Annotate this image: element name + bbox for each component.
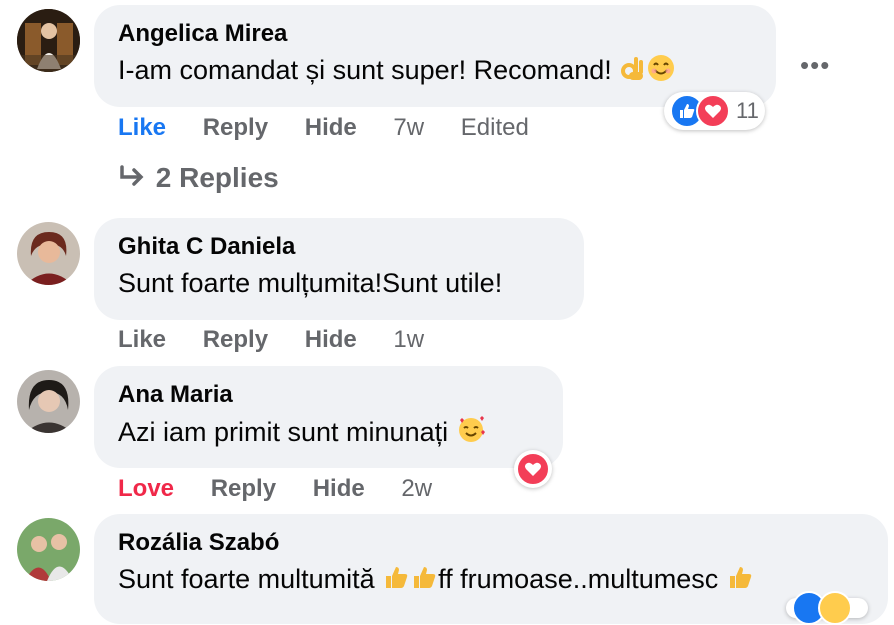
avatar[interactable]	[17, 9, 80, 72]
comment-text: Azi iam primit sunt minunați	[118, 414, 539, 452]
comment-text: Sunt foarte mulțumita!Sunt utile!	[118, 268, 503, 298]
thumbs-up-emoji-icon	[726, 563, 754, 599]
comment-author[interactable]: Ghita C Daniela	[118, 232, 560, 262]
comment-actions: Like Reply Hide 7w Edited	[118, 114, 559, 142]
comment-bubble: Rozália Szabó Sunt foarte multumită ff f…	[94, 514, 888, 624]
hide-button[interactable]: Hide	[313, 475, 365, 503]
reaction-summary[interactable]	[786, 591, 868, 625]
smiling-hearts-emoji-icon	[456, 414, 486, 452]
hide-button[interactable]: Hide	[305, 326, 357, 354]
thumbs-up-emoji-icon	[410, 563, 438, 599]
replies-count-label: 2 Replies	[155, 162, 279, 193]
view-replies-button[interactable]: 2 Replies	[118, 162, 279, 194]
ok-hand-emoji-icon	[619, 54, 647, 90]
avatar[interactable]	[17, 222, 80, 285]
comment-text: Sunt foarte multumită ff frumoase..multu…	[118, 562, 864, 599]
timestamp[interactable]: 1w	[393, 326, 424, 354]
love-button[interactable]: Love	[118, 475, 174, 503]
comment-actions: Love Reply Hide 2w	[118, 475, 462, 503]
edited-label: Edited	[460, 114, 529, 141]
comment-author[interactable]: Ana Maria	[118, 380, 539, 410]
avatar[interactable]	[17, 370, 80, 433]
avatar[interactable]	[17, 518, 80, 581]
comment-bubble: Angelica Mirea I-am comandat și sunt sup…	[94, 5, 776, 107]
hide-button[interactable]: Hide	[305, 114, 357, 142]
like-button[interactable]: Like	[118, 114, 166, 142]
smile-emoji-icon	[647, 54, 675, 90]
reply-button[interactable]: Reply	[211, 475, 276, 503]
comment-text: I-am comandat și sunt super! Recomand!	[118, 53, 752, 90]
reply-arrow-icon	[118, 162, 156, 193]
haha-reaction-icon	[818, 591, 852, 625]
comment-author[interactable]: Angelica Mirea	[118, 19, 752, 49]
comment-bubble: Ana Maria Azi iam primit sunt minunați	[94, 366, 563, 468]
comment-bubble: Ghita C Daniela Sunt foarte mulțumita!Su…	[94, 218, 584, 320]
reaction-summary[interactable]: 11	[664, 92, 765, 130]
reaction-count: 11	[736, 98, 759, 123]
love-reaction-icon	[696, 94, 730, 128]
reply-button[interactable]: Reply	[203, 114, 268, 142]
timestamp[interactable]: 2w	[401, 475, 432, 503]
love-reaction-icon	[516, 452, 550, 486]
thumbs-up-emoji-icon	[382, 563, 410, 599]
comment-actions: Like Reply Hide 1w	[118, 326, 454, 354]
more-options-icon[interactable]: •••	[800, 50, 830, 81]
like-button[interactable]: Like	[118, 326, 166, 354]
timestamp[interactable]: 7w	[393, 114, 424, 142]
reply-button[interactable]: Reply	[203, 326, 268, 354]
comment-author[interactable]: Rozália Szabó	[118, 528, 864, 558]
reaction-summary[interactable]	[514, 450, 552, 488]
